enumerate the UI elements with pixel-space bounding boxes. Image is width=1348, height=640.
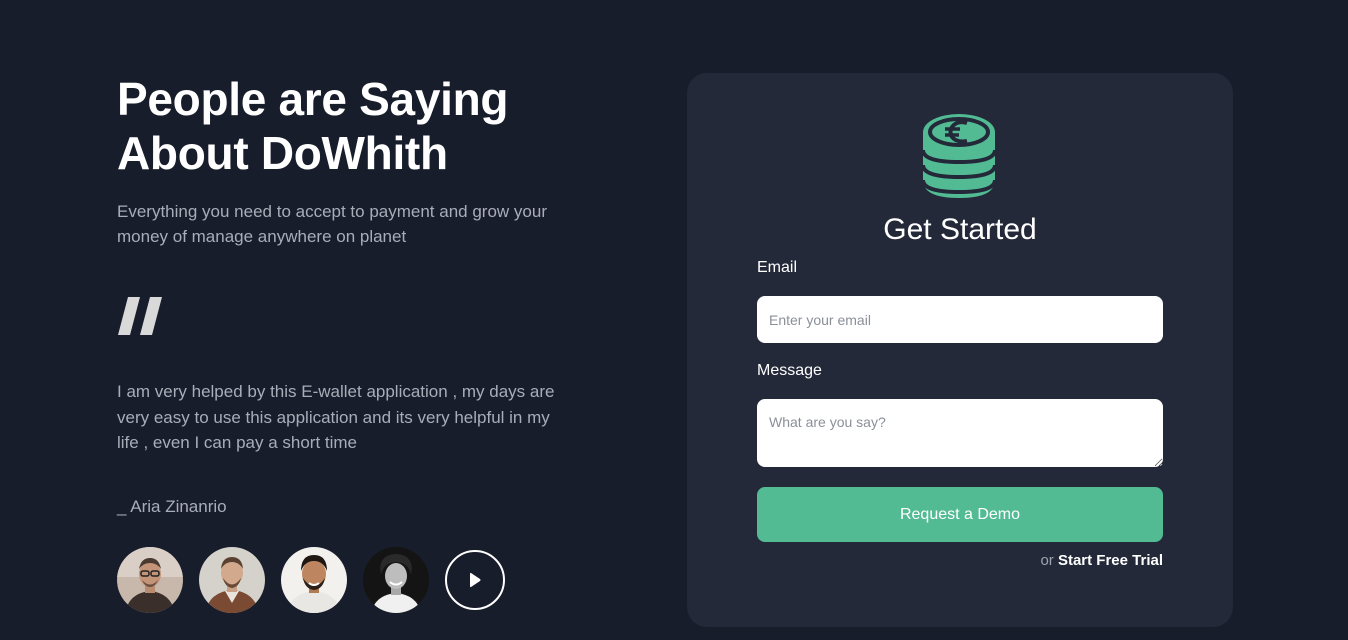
message-field[interactable] bbox=[757, 399, 1163, 467]
section-title: People are Saying About DoWhith bbox=[117, 72, 597, 180]
quote-icon bbox=[118, 297, 162, 335]
title-line-1: People are Saying bbox=[117, 73, 509, 125]
euro-coin-stack-icon bbox=[921, 114, 997, 198]
request-demo-button[interactable]: Request a Demo bbox=[757, 487, 1163, 542]
get-started-card: Get Started Email Message Request a Demo… bbox=[687, 73, 1233, 627]
testimonial-section: People are Saying About DoWhith Everythi… bbox=[117, 72, 597, 517]
avatar[interactable] bbox=[363, 547, 429, 613]
avatar[interactable] bbox=[117, 547, 183, 613]
testimonial-quote: I am very helped by this E-wallet applic… bbox=[117, 382, 555, 452]
free-trial-row: or Start Free Trial bbox=[1040, 552, 1163, 569]
email-label: Email bbox=[757, 259, 798, 276]
title-line-2: About DoWhith bbox=[117, 127, 448, 179]
play-button[interactable] bbox=[445, 550, 505, 610]
avatar[interactable] bbox=[281, 547, 347, 613]
or-text: or bbox=[1040, 552, 1054, 569]
section-subtitle: Everything you need to accept to payment… bbox=[117, 202, 547, 246]
email-field[interactable] bbox=[757, 296, 1163, 343]
form-title: Get Started bbox=[883, 213, 1037, 246]
avatar[interactable] bbox=[199, 547, 265, 613]
avatar-row bbox=[117, 547, 505, 613]
play-icon bbox=[470, 572, 481, 588]
testimonial-author: _ Aria Zinanrio bbox=[117, 496, 227, 516]
message-label: Message bbox=[757, 362, 822, 379]
start-free-trial-link[interactable]: Start Free Trial bbox=[1058, 552, 1163, 569]
